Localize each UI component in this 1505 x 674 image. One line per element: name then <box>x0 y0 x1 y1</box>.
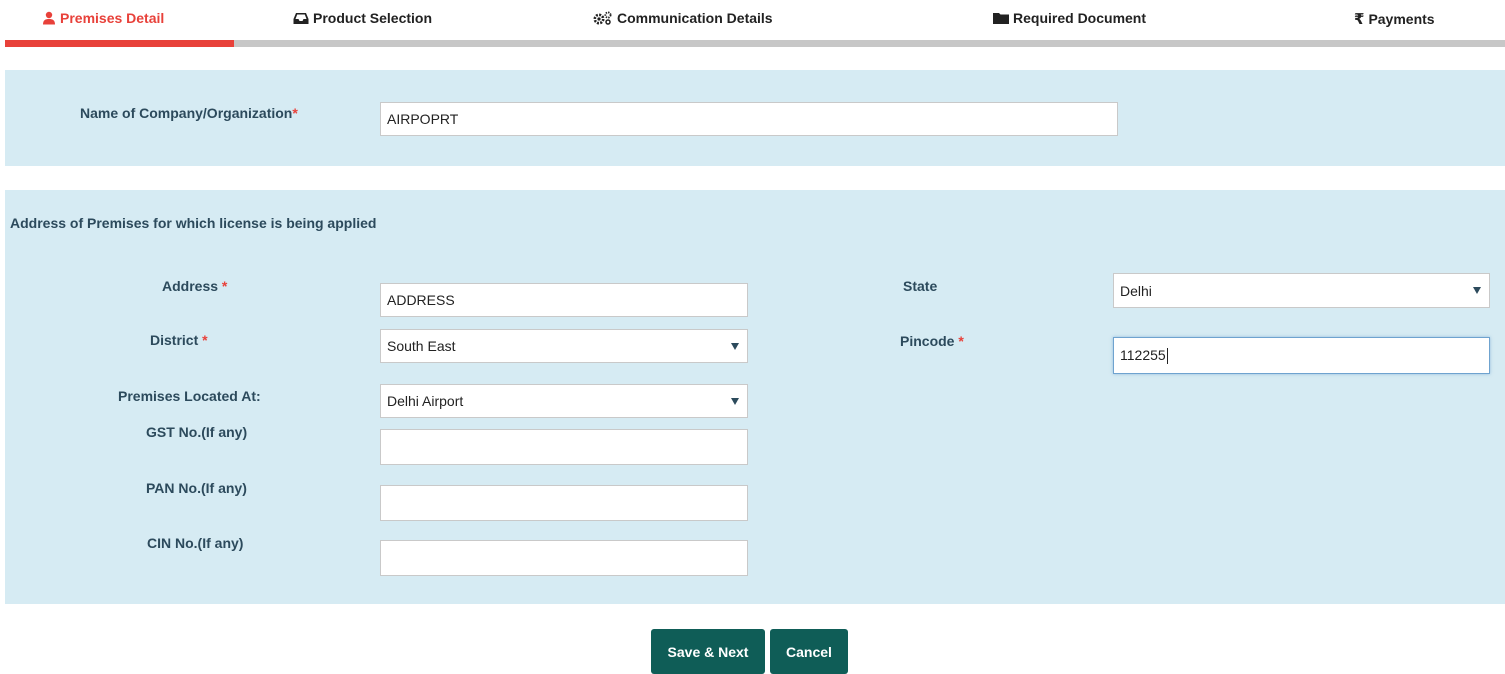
rupee-icon: ₹ <box>1354 11 1365 28</box>
save-next-button[interactable]: Save & Next <box>651 629 765 674</box>
chevron-down-icon <box>731 397 739 405</box>
tab-payments[interactable]: ₹ Payments <box>1354 10 1435 28</box>
chevron-down-icon <box>1473 287 1481 294</box>
text-cursor <box>1166 348 1168 365</box>
cancel-button[interactable]: Cancel <box>770 629 848 674</box>
tab-payments-label: Payments <box>1368 11 1435 27</box>
tab-communication-details[interactable]: Communication Details <box>593 10 773 26</box>
gst-input[interactable] <box>380 429 748 465</box>
tab-product-selection-label: Product Selection <box>313 10 433 26</box>
inbox-icon <box>293 12 309 24</box>
premises-located-select[interactable]: Delhi Airport <box>380 384 748 418</box>
gst-label: GST No.(If any) <box>146 424 248 440</box>
pan-label: PAN No.(If any) <box>146 480 247 496</box>
progress-fill <box>5 40 234 47</box>
tab-premises-detail[interactable]: Premises Detail <box>42 10 164 26</box>
progress-track <box>5 40 1505 47</box>
company-panel: Name of Company/Organization* AIRPOPRT <box>5 70 1505 166</box>
wizard-steps: Premises Detail Product Selection Commun… <box>0 0 1505 48</box>
tab-communication-details-label: Communication Details <box>617 10 773 26</box>
pincode-input[interactable]: 112255 <box>1113 337 1490 374</box>
premises-located-label: Premises Located At: <box>118 388 261 404</box>
cin-input[interactable] <box>380 540 748 576</box>
pincode-label: Pincode * <box>900 333 964 349</box>
state-select[interactable]: Delhi <box>1113 273 1490 308</box>
district-select[interactable]: South East <box>380 329 748 363</box>
gears-icon <box>593 11 612 25</box>
folder-icon <box>993 13 1009 24</box>
company-name-input[interactable]: AIRPOPRT <box>380 102 1118 136</box>
company-name-label: Name of Company/Organization* <box>80 105 298 121</box>
address-label: Address * <box>162 278 228 294</box>
address-section-title: Address of Premises for which license is… <box>10 215 377 231</box>
pan-input[interactable] <box>380 485 748 521</box>
district-label: District * <box>150 332 208 348</box>
tab-required-document[interactable]: Required Document <box>993 10 1146 26</box>
tab-premises-detail-label: Premises Detail <box>60 10 165 26</box>
address-panel: Address of Premises for which license is… <box>5 190 1505 604</box>
chevron-down-icon <box>731 342 739 350</box>
state-label: State <box>903 278 938 294</box>
address-input[interactable]: ADDRESS <box>380 283 748 317</box>
tab-product-selection[interactable]: Product Selection <box>293 10 432 26</box>
user-icon <box>43 11 55 25</box>
tab-required-document-label: Required Document <box>1013 10 1147 26</box>
cin-label: CIN No.(If any) <box>147 535 244 551</box>
